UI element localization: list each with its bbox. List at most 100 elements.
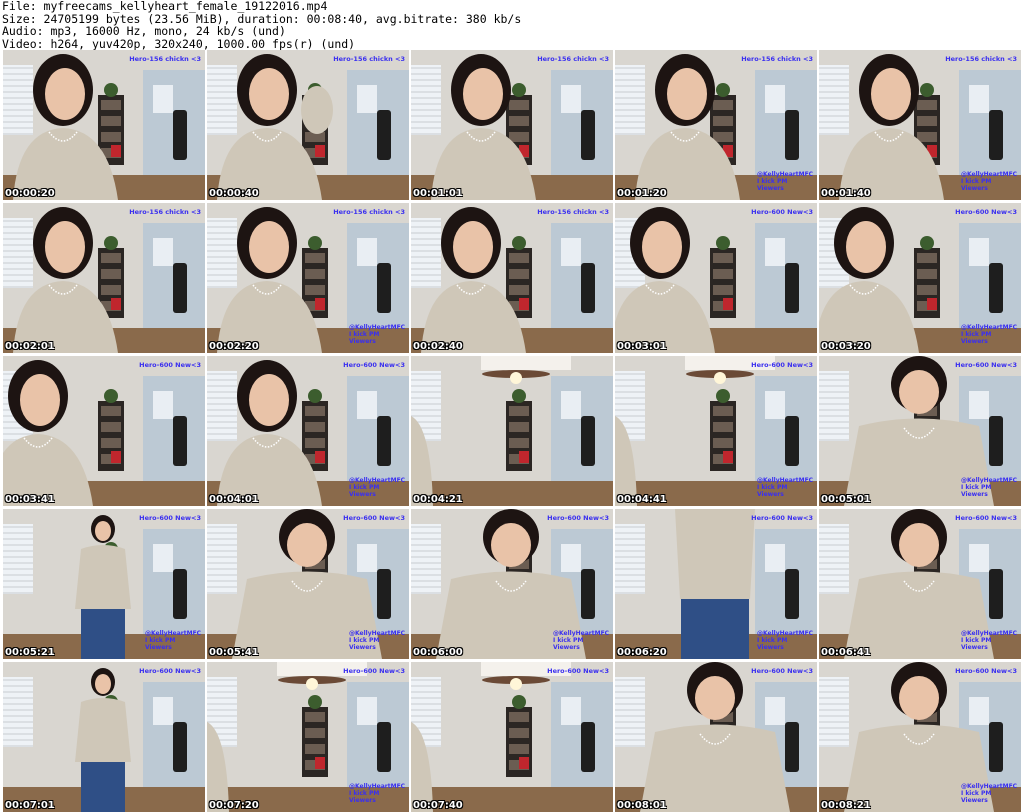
video-frame-thumbnail: Hero-600 New<3 @KellyHeartMFC I kick PM V… xyxy=(207,509,409,659)
frame-timestamp: 00:02:01 xyxy=(5,341,55,352)
frame-image xyxy=(411,662,613,812)
video-frame-thumbnail: Hero-600 New<3 00:07:40 xyxy=(411,662,613,812)
overlay-hero-text: Hero-600 New<3 xyxy=(955,208,1017,216)
frame-image xyxy=(207,50,409,200)
overlay-hero-text: Hero-600 New<3 xyxy=(343,361,405,369)
frame-timestamp: 00:02:40 xyxy=(413,341,463,352)
frame-timestamp: 00:05:21 xyxy=(5,647,55,658)
video-frame-thumbnail: Hero-600 New<3 00:03:41 xyxy=(3,356,205,506)
overlay-hero-text: Hero-156 chickn <3 xyxy=(333,208,405,216)
frame-timestamp: 00:08:21 xyxy=(821,800,871,811)
video-frame-thumbnail: Hero-600 New<3 @KellyHeartMFC I kick PM V… xyxy=(207,356,409,506)
video-frame-thumbnail: Hero-156 chickn <3 @KellyHeartMFC I kick … xyxy=(819,50,1021,200)
frame-image xyxy=(411,50,613,200)
frame-image xyxy=(3,662,205,812)
frame-timestamp: 00:08:01 xyxy=(617,800,667,811)
overlay-hero-text: Hero-156 chickn <3 xyxy=(129,55,201,63)
frame-timestamp: 00:06:20 xyxy=(617,647,667,658)
frame-timestamp: 00:01:01 xyxy=(413,188,463,199)
video-frame-thumbnail: Hero-156 chickn <3 00:00:40 xyxy=(207,50,409,200)
frame-image xyxy=(615,662,817,812)
video-frame-thumbnail: 00:04:21 xyxy=(411,356,613,506)
thumbnail-grid: Hero-156 chickn <3 00:00:20 Hero-156 chick… xyxy=(2,50,1022,812)
overlay-handle-text: @KellyHeartMFC I kick PM Viewers xyxy=(961,171,1018,192)
overlay-hero-text: Hero-600 New<3 xyxy=(343,514,405,522)
overlay-handle-text: @KellyHeartMFC I kick PM Viewers xyxy=(145,630,202,651)
video-frame-thumbnail: Hero-600 New<3 @KellyHeartMFC I kick PM V… xyxy=(819,203,1021,353)
video-frame-thumbnail: Hero-156 chickn <3 00:00:20 xyxy=(3,50,205,200)
frame-image xyxy=(3,356,205,506)
overlay-handle-text: @KellyHeartMFC I kick PM Viewers xyxy=(349,324,406,345)
overlay-hero-text: Hero-156 chickn <3 xyxy=(945,55,1017,63)
video-frame-thumbnail: Hero-600 New<3 @KellyHeartMFC I kick PM V… xyxy=(819,509,1021,659)
frame-timestamp: 00:06:41 xyxy=(821,647,871,658)
overlay-hero-text: Hero-600 New<3 xyxy=(751,208,813,216)
frame-timestamp: 00:07:01 xyxy=(5,800,55,811)
video-frame-thumbnail: Hero-600 New<3 @KellyHeartMFC I kick PM V… xyxy=(207,662,409,812)
frame-timestamp: 00:04:21 xyxy=(413,494,463,505)
frame-image xyxy=(615,203,817,353)
video-frame-thumbnail: Hero-600 New<3 @KellyHeartMFC I kick PM V… xyxy=(615,509,817,659)
frame-timestamp: 00:01:40 xyxy=(821,188,871,199)
overlay-hero-text: Hero-156 chickn <3 xyxy=(537,55,609,63)
overlay-handle-text: @KellyHeartMFC I kick PM Viewers xyxy=(349,477,406,498)
frame-timestamp: 00:06:00 xyxy=(413,647,463,658)
frame-timestamp: 00:00:40 xyxy=(209,188,259,199)
frame-image xyxy=(411,356,613,506)
overlay-hero-text: Hero-600 New<3 xyxy=(139,514,201,522)
frame-timestamp: 00:03:41 xyxy=(5,494,55,505)
video-frame-thumbnail: Hero-600 New<3 00:07:01 xyxy=(3,662,205,812)
frame-image xyxy=(3,203,205,353)
overlay-handle-text: @KellyHeartMFC I kick PM Viewers xyxy=(553,630,610,651)
overlay-hero-text: Hero-156 chickn <3 xyxy=(537,208,609,216)
frame-timestamp: 00:03:01 xyxy=(617,341,667,352)
video-frame-thumbnail: Hero-600 New<3 @KellyHeartMFC I kick PM V… xyxy=(3,509,205,659)
file-name: File: myfreecams_kellyheart_female_19122… xyxy=(2,0,328,13)
frame-timestamp: 00:07:40 xyxy=(413,800,463,811)
video-frame-thumbnail: Hero-600 New<3 00:03:01 xyxy=(615,203,817,353)
frame-timestamp: 00:02:20 xyxy=(209,341,259,352)
overlay-handle-text: @KellyHeartMFC I kick PM Viewers xyxy=(349,630,406,651)
video-info: Video: h264, yuv420p, 320x240, 1000.00 f… xyxy=(2,36,356,51)
video-frame-thumbnail: Hero-156 chickn <3 00:01:01 xyxy=(411,50,613,200)
video-frame-thumbnail: Hero-156 chickn <3 @KellyHeartMFC I kick … xyxy=(615,50,817,200)
overlay-hero-text: Hero-600 New<3 xyxy=(751,667,813,675)
overlay-handle-text: @KellyHeartMFC I kick PM Viewers xyxy=(757,171,814,192)
frame-timestamp: 00:00:20 xyxy=(5,188,55,199)
audio-info: Audio: mp3, 16000 Hz, mono, 24 kb/s (und… xyxy=(2,24,286,38)
overlay-hero-text: Hero-600 New<3 xyxy=(139,361,201,369)
overlay-handle-text: @KellyHeartMFC I kick PM Viewers xyxy=(961,783,1018,804)
file-info-header: File: myfreecams_kellyheart_female_19122… xyxy=(2,0,1022,50)
overlay-handle-text: @KellyHeartMFC I kick PM Viewers xyxy=(757,477,814,498)
overlay-hero-text: Hero-156 chickn <3 xyxy=(741,55,813,63)
video-frame-thumbnail: Hero-600 New<3 @KellyHeartMFC I kick PM V… xyxy=(819,356,1021,506)
overlay-hero-text: Hero-600 New<3 xyxy=(751,361,813,369)
overlay-hero-text: Hero-600 New<3 xyxy=(751,514,813,522)
frame-image xyxy=(411,203,613,353)
frame-timestamp: 00:03:20 xyxy=(821,341,871,352)
video-frame-thumbnail: Hero-156 chickn <3 @KellyHeartMFC I kick … xyxy=(207,203,409,353)
video-frame-thumbnail: Hero-156 chickn <3 00:02:40 xyxy=(411,203,613,353)
overlay-hero-text: Hero-600 New<3 xyxy=(139,667,201,675)
frame-timestamp: 00:05:41 xyxy=(209,647,259,658)
frame-timestamp: 00:07:20 xyxy=(209,800,259,811)
frame-timestamp: 00:04:41 xyxy=(617,494,667,505)
overlay-hero-text: Hero-600 New<3 xyxy=(955,514,1017,522)
overlay-handle-text: @KellyHeartMFC I kick PM Viewers xyxy=(349,783,406,804)
overlay-hero-text: Hero-600 New<3 xyxy=(955,667,1017,675)
video-frame-thumbnail: Hero-600 New<3 @KellyHeartMFC I kick PM V… xyxy=(615,356,817,506)
video-frame-thumbnail: Hero-600 New<3 @KellyHeartMFC I kick PM V… xyxy=(411,509,613,659)
overlay-hero-text: Hero-600 New<3 xyxy=(343,667,405,675)
video-frame-thumbnail: Hero-600 New<3 @KellyHeartMFC I kick PM V… xyxy=(819,662,1021,812)
overlay-handle-text: @KellyHeartMFC I kick PM Viewers xyxy=(961,630,1018,651)
overlay-handle-text: @KellyHeartMFC I kick PM Viewers xyxy=(961,477,1018,498)
overlay-hero-text: Hero-156 chickn <3 xyxy=(333,55,405,63)
frame-image xyxy=(3,50,205,200)
overlay-hero-text: Hero-600 New<3 xyxy=(547,514,609,522)
overlay-hero-text: Hero-600 New<3 xyxy=(955,361,1017,369)
video-frame-thumbnail: Hero-156 chickn <3 00:02:01 xyxy=(3,203,205,353)
video-frame-thumbnail: Hero-600 New<3 00:08:01 xyxy=(615,662,817,812)
overlay-hero-text: Hero-600 New<3 xyxy=(547,667,609,675)
overlay-hero-text: Hero-156 chickn <3 xyxy=(129,208,201,216)
frame-timestamp: 00:01:20 xyxy=(617,188,667,199)
